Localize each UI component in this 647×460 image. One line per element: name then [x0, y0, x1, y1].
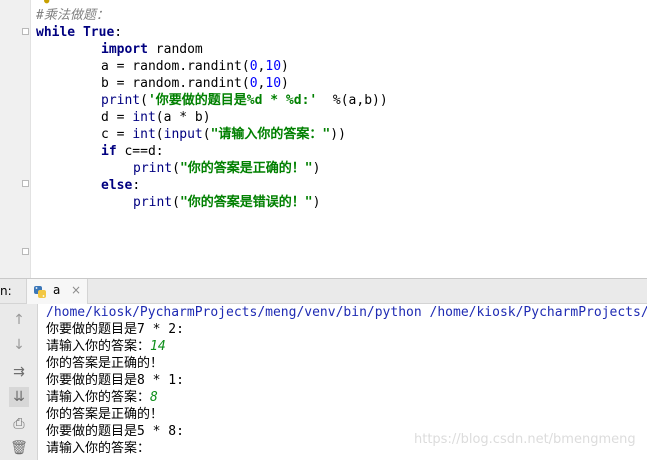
- code-line[interactable]: if c==d:: [36, 143, 388, 160]
- code-token: random: [155, 42, 203, 57]
- run-tab-a[interactable]: a ×: [26, 279, 88, 304]
- console-line: 请输入你的答案：8: [38, 389, 647, 406]
- run-toolbar: ↑ ↓ ⇉ ⇊ ⎙ 🗑: [0, 304, 38, 460]
- console-text: 你要做的题目是5 * 8:: [46, 424, 184, 439]
- code-token: if: [101, 144, 125, 159]
- code-token: ): [312, 195, 321, 210]
- code-token: int: [132, 110, 156, 125]
- code-line[interactable]: print('你要做的题目是%d * %d:' %(a,b)): [36, 92, 388, 109]
- code-line[interactable]: while True:: [36, 24, 388, 41]
- python-icon: [34, 286, 46, 298]
- code-token: 10: [265, 76, 282, 91]
- console-text: 请输入你的答案：: [46, 339, 151, 354]
- code-token: int: [132, 127, 156, 142]
- console-line: /home/kiosk/PycharmProjects/meng/venv/bi…: [38, 304, 647, 321]
- code-token: (: [172, 161, 180, 176]
- code-line[interactable]: print("你的答案是错误的！"): [36, 194, 388, 211]
- console-line: 你的答案是正确的！: [38, 406, 647, 423]
- arrow-up-icon[interactable]: ↑: [9, 310, 29, 330]
- code-token: c =: [101, 127, 133, 142]
- code-token: 0: [249, 76, 258, 91]
- code-token: import: [101, 42, 156, 57]
- code-token: "你的答案是错误的！": [179, 195, 313, 210]
- code-line[interactable]: print("你的答案是正确的！"): [36, 160, 388, 177]
- code-token: (: [140, 93, 148, 108]
- code-line[interactable]: d = int(a * b): [36, 109, 388, 126]
- print-icon[interactable]: ⎙: [9, 414, 29, 434]
- console-text: 请输入你的答案：: [46, 390, 151, 405]
- code-line[interactable]: #乘法做题：: [36, 7, 388, 24]
- console-text: 你要做的题目是7 * 2:: [46, 322, 184, 337]
- code-token: ): [281, 76, 289, 91]
- intention-bulb-icon[interactable]: ●: [44, 0, 49, 6]
- editor-gutter[interactable]: [0, 0, 31, 278]
- console-text: 请输入你的答案：: [46, 441, 151, 456]
- code-token: (: [202, 127, 211, 142]
- trash-icon[interactable]: 🗑: [9, 438, 29, 458]
- console-user-input: 14: [150, 339, 166, 354]
- console-text: 你的答案是正确的！: [46, 407, 164, 422]
- soft-wrap-icon[interactable]: ⇉: [9, 362, 29, 382]
- code-token: b = random.randint(: [101, 76, 250, 91]
- code-token: :: [132, 178, 141, 193]
- code-line[interactable]: b = random.randint(0,10): [36, 75, 388, 92]
- code-token: "你的答案是正确的！": [179, 161, 313, 176]
- code-token: '你要做的题目是%d * %d:': [147, 93, 318, 108]
- run-panel-label: n:: [0, 284, 12, 298]
- code-token: input: [163, 127, 203, 142]
- code-token: c==d:: [124, 144, 164, 159]
- code-token: print: [133, 195, 173, 210]
- code-token: True: [82, 25, 115, 40]
- console-text: 你要做的题目是8 * 1:: [46, 373, 184, 388]
- code-lines[interactable]: #乘法做题： while True: import random a = random…: [36, 7, 388, 211]
- code-line[interactable]: a = random.randint(0,10): [36, 58, 388, 75]
- code-token: while: [36, 25, 83, 40]
- code-token: ): [312, 161, 321, 176]
- fold-marker[interactable]: [22, 248, 29, 255]
- run-tab-label: a: [53, 283, 61, 297]
- fold-marker[interactable]: [22, 180, 29, 187]
- code-token: 10: [265, 59, 282, 74]
- code-token: print: [101, 93, 141, 108]
- console-user-input: 8: [150, 390, 158, 405]
- console-line: 请输入你的答案：14: [38, 338, 647, 355]
- console-text: /home/kiosk/PycharmProjects/meng/venv/bi…: [46, 305, 647, 320]
- code-token: ): [281, 59, 289, 74]
- scroll-to-end-icon[interactable]: ⇊: [9, 387, 29, 407]
- close-icon[interactable]: ×: [71, 283, 81, 297]
- code-token: (: [155, 127, 164, 142]
- console-line: 你的答案是正确的！: [38, 355, 647, 372]
- code-token: else: [101, 178, 133, 193]
- code-token: )): [330, 127, 346, 142]
- console-line: 你要做的题目是8 * 1:: [38, 372, 647, 389]
- code-token: (a * b): [155, 110, 211, 125]
- code-line[interactable]: else:: [36, 177, 388, 194]
- code-token: 0: [249, 59, 258, 74]
- code-token: :: [114, 25, 123, 40]
- code-token: %(a,b)): [317, 93, 388, 108]
- code-line[interactable]: c = int(input("请输入你的答案：")): [36, 126, 388, 143]
- run-panel-header: n: a ×: [0, 278, 647, 304]
- console-line: 你要做的题目是7 * 2:: [38, 321, 647, 338]
- console-text: 你的答案是正确的！: [46, 356, 164, 371]
- arrow-down-icon[interactable]: ↓: [9, 335, 29, 355]
- code-token: d =: [101, 110, 133, 125]
- code-line[interactable]: import random: [36, 41, 388, 58]
- code-token: print: [133, 161, 173, 176]
- watermark: https://blog.csdn.net/bmengmeng: [414, 432, 636, 447]
- code-token: (: [172, 195, 180, 210]
- code-token: "请输入你的答案：": [210, 127, 331, 142]
- fold-marker[interactable]: [22, 28, 29, 35]
- code-token: a = random.randint(: [101, 59, 250, 74]
- code-editor[interactable]: ● #乘法做题： while True: import random a = rand…: [0, 0, 647, 278]
- code-token: #乘法做题：: [36, 8, 109, 23]
